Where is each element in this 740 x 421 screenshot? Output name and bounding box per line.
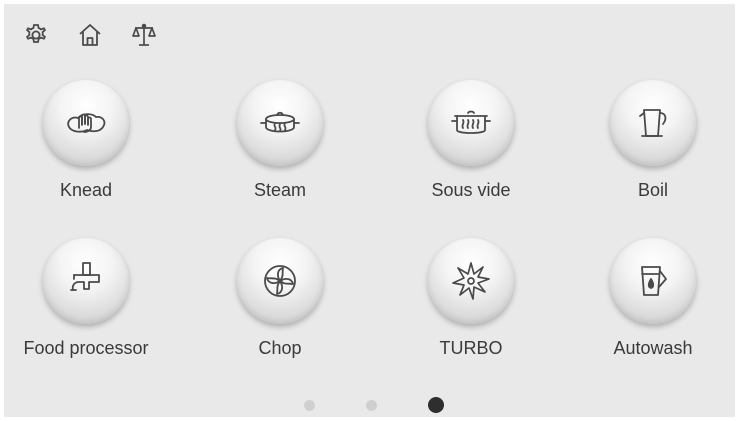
function-tile-sous-vide[interactable]: Sous vide bbox=[391, 80, 551, 220]
tile-label: Steam bbox=[253, 180, 307, 200]
top-toolbar bbox=[20, 18, 160, 52]
sous-vide-button[interactable] bbox=[428, 80, 514, 166]
home-icon bbox=[79, 24, 101, 46]
food-processor-icon bbox=[70, 262, 100, 291]
tile-label: Autowash bbox=[613, 338, 693, 358]
function-tile-knead[interactable]: Knead bbox=[6, 80, 166, 220]
gear-icon bbox=[25, 24, 47, 43]
tile-label: Knead bbox=[59, 180, 113, 200]
chop-blade-icon bbox=[264, 265, 296, 297]
settings-button[interactable] bbox=[20, 19, 52, 51]
scale-icon bbox=[132, 23, 156, 46]
tile-label: Boil bbox=[637, 180, 668, 200]
tile-label: Sous vide bbox=[431, 180, 511, 200]
page-dot-1[interactable] bbox=[304, 400, 315, 411]
autowash-button[interactable] bbox=[610, 238, 696, 324]
page-indicator bbox=[4, 396, 735, 416]
turbo-button[interactable] bbox=[428, 238, 514, 324]
tile-label: Chop bbox=[258, 338, 302, 358]
sous-vide-pot-icon bbox=[451, 110, 491, 134]
function-tile-chop[interactable]: Chop bbox=[200, 238, 360, 378]
food-processor-button[interactable] bbox=[43, 238, 129, 324]
tile-label: TURBO bbox=[439, 338, 503, 358]
scale-button[interactable] bbox=[128, 19, 160, 51]
function-tile-autowash[interactable]: Autowash bbox=[573, 238, 733, 378]
knead-button[interactable] bbox=[43, 80, 129, 166]
wash-jug-icon bbox=[641, 266, 667, 296]
steam-button[interactable] bbox=[237, 80, 323, 166]
page-dot-2[interactable] bbox=[366, 400, 377, 411]
kettle-icon bbox=[639, 109, 667, 137]
chop-button[interactable] bbox=[237, 238, 323, 324]
home-button[interactable] bbox=[74, 19, 106, 51]
cooking-machine-screen: Knead Steam Sous vide Boil Food processo… bbox=[4, 4, 735, 417]
page-dot-3-active[interactable] bbox=[428, 397, 444, 413]
boil-button[interactable] bbox=[610, 80, 696, 166]
function-tile-boil[interactable]: Boil bbox=[573, 80, 733, 220]
dough-hand-icon bbox=[67, 113, 106, 133]
function-tile-steam[interactable]: Steam bbox=[200, 80, 360, 220]
function-tile-turbo[interactable]: TURBO bbox=[391, 238, 551, 378]
function-tile-food-processor[interactable]: Food processor bbox=[6, 238, 166, 378]
tile-label: Food processor bbox=[23, 338, 149, 358]
steamer-icon bbox=[260, 111, 300, 133]
turbo-star-icon bbox=[452, 262, 490, 300]
